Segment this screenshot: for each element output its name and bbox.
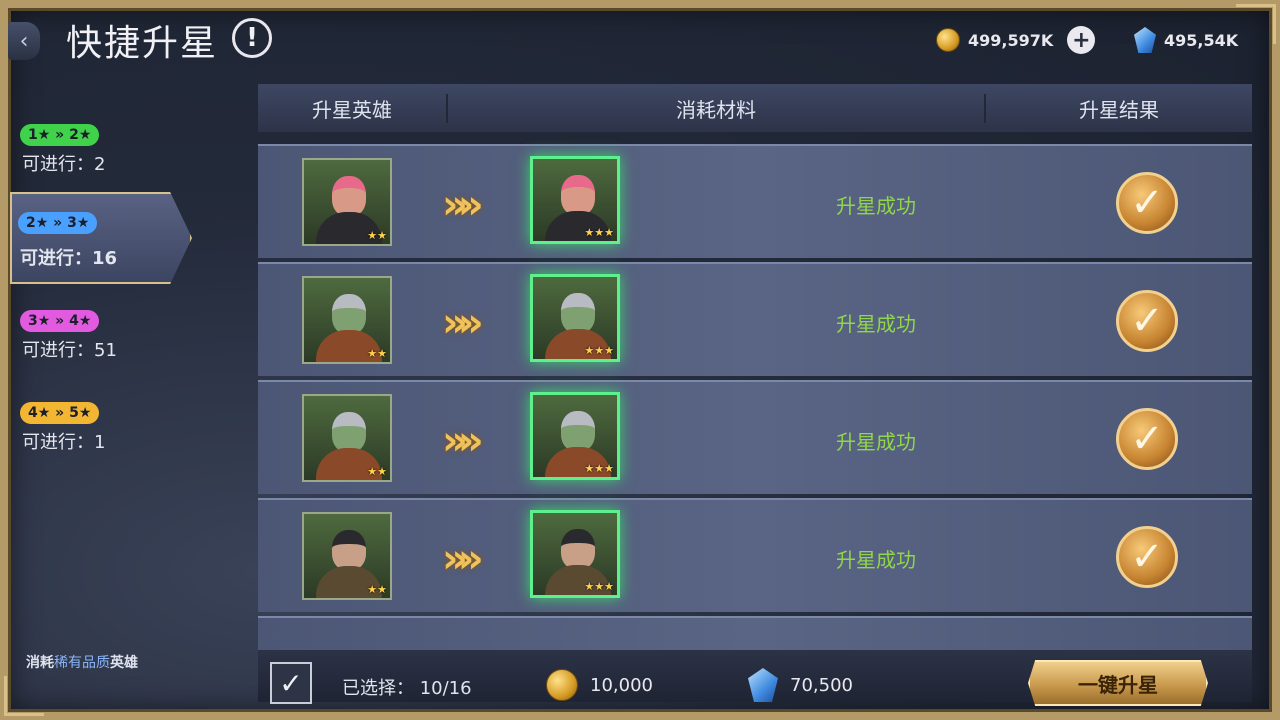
- result-text: 升星成功: [836, 430, 916, 454]
- one-click-upgrade-button[interactable]: 一键升星: [1028, 660, 1208, 706]
- gold-cost: 10,000: [546, 668, 653, 702]
- available-count: 可进行：1: [22, 432, 106, 453]
- material-portrait[interactable]: ★★★: [530, 156, 620, 244]
- checkmark-icon[interactable]: ✓: [1116, 172, 1178, 234]
- star-rating: ★★★: [584, 580, 614, 593]
- gold-coin-icon: [546, 669, 578, 701]
- add-gold-button[interactable]: +: [1067, 26, 1096, 54]
- star-rating: ★★★: [584, 344, 614, 357]
- result-text: 升星成功: [836, 194, 916, 218]
- star-rating: ★★: [367, 465, 387, 478]
- star-rating: ★★: [367, 229, 387, 242]
- star-rating: ★★★: [584, 226, 614, 239]
- hero-portrait[interactable]: ★★: [302, 158, 392, 246]
- crystal-cost: 70,500: [748, 668, 853, 702]
- material-portrait[interactable]: ★★★: [530, 510, 620, 598]
- gold-coin-icon: [936, 28, 960, 52]
- star-rating: ★★: [367, 583, 387, 596]
- column-header-material: 消耗材料: [448, 93, 986, 123]
- double-chevron-icon: »»: [442, 182, 484, 228]
- info-icon[interactable]: !: [232, 18, 272, 58]
- star-rating: ★★★: [584, 462, 614, 475]
- back-arrow-icon: ‹: [19, 28, 29, 54]
- star-range-badge: 1★ » 2★: [20, 124, 100, 146]
- tab-1-to-2-star[interactable]: 1★ » 2★ 可进行：2: [14, 124, 184, 194]
- consume-note: 消耗稀有品质英雄: [26, 655, 138, 671]
- tab-4-to-5-star[interactable]: 4★ » 5★ 可进行：1: [14, 402, 184, 472]
- checkmark-icon[interactable]: ✓: [1116, 526, 1178, 588]
- available-count: 可进行：2: [22, 154, 106, 175]
- hero-portrait[interactable]: ★★: [302, 512, 392, 600]
- checkmark-icon[interactable]: ✓: [1116, 290, 1178, 352]
- table-row[interactable]: ★★ »» ★★★ 升星成功 ✓: [258, 144, 1252, 258]
- double-chevron-icon: »»: [442, 418, 484, 464]
- frame-corner-ornament: [4, 676, 44, 716]
- available-count: 可进行：16: [20, 248, 118, 269]
- table-row[interactable]: ★★ »» ★★★ 升星成功 ✓: [258, 380, 1252, 494]
- material-portrait[interactable]: ★★★: [530, 274, 620, 362]
- table-header: 升星英雄 消耗材料 升星结果: [258, 84, 1252, 132]
- table-row-partial: [258, 616, 1252, 650]
- crystal-icon: [748, 668, 778, 702]
- available-count: 可进行：51: [22, 340, 117, 361]
- crystal-resource: 495,54K: [1134, 26, 1264, 54]
- double-chevron-icon: »»: [442, 536, 484, 582]
- column-header-result: 升星结果: [1079, 97, 1159, 122]
- material-portrait[interactable]: ★★★: [530, 392, 620, 480]
- column-header-hero: 升星英雄: [258, 93, 448, 123]
- tab-3-to-4-star[interactable]: 3★ » 4★ 可进行：51: [14, 310, 184, 380]
- tab-2-to-3-star[interactable]: 2★ » 3★ 可进行：16: [10, 192, 192, 284]
- gold-amount: 499,597K: [968, 30, 1054, 50]
- table-row[interactable]: ★★ »» ★★★ 升星成功 ✓: [258, 498, 1252, 612]
- crystal-icon: [1134, 27, 1156, 53]
- crystal-amount: 495,54K: [1164, 30, 1239, 50]
- star-range-badge: 4★ » 5★: [20, 402, 100, 424]
- select-all-checkbox[interactable]: ✓: [270, 662, 312, 704]
- star-rating: ★★: [367, 347, 387, 360]
- hero-portrait[interactable]: ★★: [302, 394, 392, 482]
- gold-cost-value: 10,000: [590, 674, 653, 696]
- checkmark-icon[interactable]: ✓: [1116, 408, 1178, 470]
- back-button[interactable]: ‹: [8, 22, 40, 60]
- selected-count: 已选择： 10/16: [342, 678, 472, 699]
- star-range-badge: 2★ » 3★: [18, 212, 98, 234]
- hero-portrait[interactable]: ★★: [302, 276, 392, 364]
- result-text: 升星成功: [836, 312, 916, 336]
- star-range-badge: 3★ » 4★: [20, 310, 100, 332]
- double-chevron-icon: »»: [442, 300, 484, 346]
- crystal-cost-value: 70,500: [790, 674, 853, 696]
- gold-resource: 499,597K +: [936, 26, 1096, 54]
- page-title: 快捷升星: [66, 23, 219, 64]
- result-text: 升星成功: [836, 548, 916, 572]
- table-row[interactable]: ★★ »» ★★★ 升星成功 ✓: [258, 262, 1252, 376]
